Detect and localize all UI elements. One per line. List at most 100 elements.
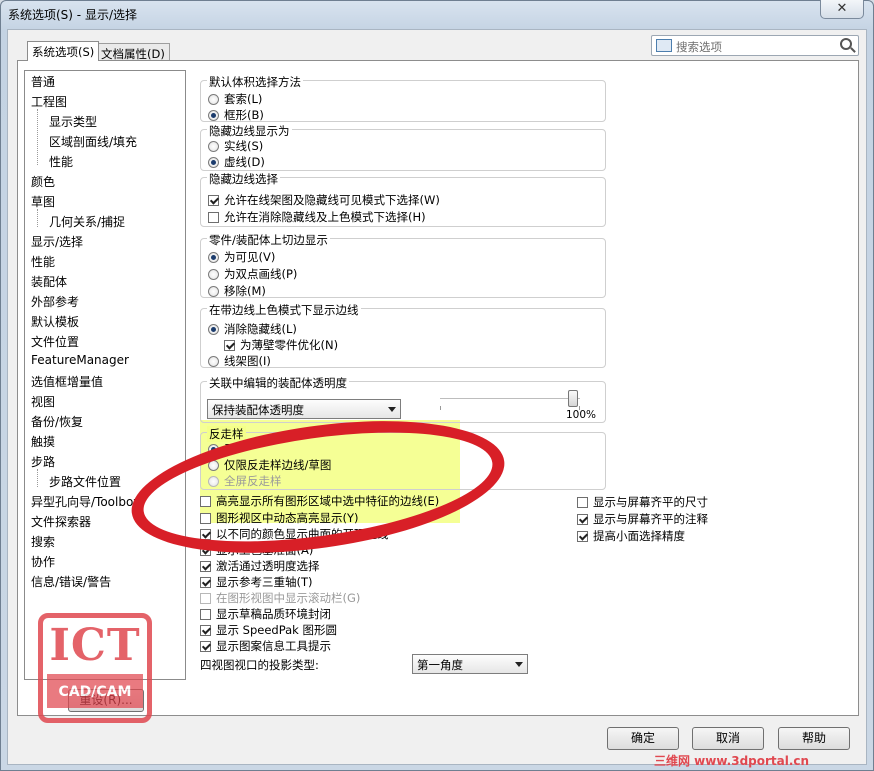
close-button[interactable]: ✕ — [820, 0, 864, 19]
tree-item-external-references[interactable]: 外部参考 — [31, 293, 79, 310]
checkbox-icon — [224, 339, 235, 351]
checkbox-icon — [208, 211, 219, 223]
search-placeholder: 搜索选项 — [676, 40, 722, 54]
radio-icon — [208, 323, 219, 335]
tree-item-hole-wizard[interactable]: 异型孔向导/Toolbox — [31, 493, 140, 510]
transparency-slider-track[interactable] — [440, 398, 580, 400]
tree-item-messages[interactable]: 信息/错误/警告 — [31, 573, 111, 590]
radio-phantom[interactable]: 为双点画线(P) — [208, 266, 297, 282]
radio-lasso[interactable]: 套索(L) — [208, 91, 262, 107]
tree-item-drawings[interactable]: 工程图 — [31, 93, 67, 110]
radio-icon — [208, 156, 219, 168]
radio-dashed[interactable]: 虚线(D) — [208, 154, 265, 170]
tree-item-assemblies[interactable]: 装配体 — [31, 273, 67, 290]
check-allow-shaded[interactable]: 允许在消除隐藏线及上色模式下选择(H) — [208, 209, 426, 225]
tab-document-properties[interactable]: 文档属性(D) — [96, 43, 170, 61]
tree-item-collaboration[interactable]: 协作 — [31, 553, 55, 570]
tree-item-display-type[interactable]: 显示类型 — [49, 113, 97, 130]
radio-wireframe[interactable]: 线架图(I) — [208, 353, 271, 369]
site-watermark: 三维网 www.3dportal.cn — [654, 754, 810, 768]
transparency-value: 100% — [566, 409, 597, 421]
radio-icon — [208, 268, 219, 280]
group-label: 在带边线上色模式下显示边线 — [207, 302, 361, 318]
tree-item-relations[interactable]: 几何关系/捕捉 — [49, 213, 125, 230]
radio-icon — [208, 285, 219, 297]
tree-item-touch[interactable]: 触摸 — [31, 433, 55, 450]
check-allow-wireframe[interactable]: 允许在线架图及隐藏线可见模式下选择(W) — [208, 192, 440, 208]
check-facet-precision[interactable]: 提高小面选择精度 — [577, 528, 685, 544]
tree-item-spin-box[interactable]: 选值框增量值 — [31, 373, 103, 390]
ict-logo: ICT CAD/CAM — [38, 613, 152, 723]
group-label: 反走样 — [207, 426, 246, 442]
chevron-down-icon — [388, 407, 396, 412]
radio-removed[interactable]: 移除(M) — [208, 283, 266, 299]
checkbox-icon — [577, 530, 588, 542]
check-thin-parts[interactable]: 为薄壁零件优化(N) — [224, 337, 338, 353]
checkbox-icon — [200, 624, 211, 636]
slider-ticks — [440, 406, 580, 410]
checkbox-icon — [577, 496, 588, 508]
window-title: 系统选项(S) - 显示/选择 — [8, 8, 137, 22]
transparency-slider-thumb[interactable] — [568, 390, 578, 407]
check-transparency-select[interactable]: 激活通过透明度选择 — [200, 558, 320, 574]
checkbox-icon — [200, 640, 211, 652]
radio-icon — [208, 355, 219, 367]
logo-text: ICT — [49, 620, 141, 671]
group-label: 关联中编辑的装配体透明度 — [207, 375, 349, 391]
help-button[interactable]: 帮助 — [778, 727, 850, 750]
checkbox-icon — [200, 608, 211, 620]
tree-item-default-templates[interactable]: 默认模板 — [31, 313, 79, 330]
tree-item-performance[interactable]: 性能 — [31, 253, 55, 270]
check-reference-triad[interactable]: 显示参考三重轴(T) — [200, 574, 313, 590]
tab-system-options[interactable]: 系统选项(S) — [27, 41, 100, 61]
tree-item-drawing-performance[interactable]: 性能 — [49, 153, 73, 170]
check-screen-notes[interactable]: 显示与屏幕齐平的注释 — [577, 511, 708, 527]
group-label: 默认体积选择方法 — [207, 74, 303, 90]
tree-item-display-selection[interactable]: 显示/选择 — [31, 233, 83, 250]
tree-item-file-locations[interactable]: 文件位置 — [31, 333, 79, 350]
tree-item-general[interactable]: 普通 — [31, 73, 55, 90]
checkbox-icon — [577, 513, 588, 525]
tree-item-sketch[interactable]: 草图 — [31, 193, 55, 210]
check-scrollbars[interactable]: 在图形视图中显示滚动栏(G) — [200, 590, 360, 606]
radio-icon — [208, 251, 219, 263]
check-draft-ambient[interactable]: 显示草稿品质环境封闭 — [200, 606, 331, 622]
projection-label: 四视图视口的投影类型: — [200, 658, 319, 672]
tree-item-search[interactable]: 搜索 — [31, 533, 55, 550]
cancel-button[interactable]: 取消 — [692, 727, 764, 750]
check-pattern-tooltip[interactable]: 显示图案信息工具提示 — [200, 638, 331, 654]
group-label: 隐藏边线选择 — [207, 171, 280, 187]
tree-item-hatch[interactable]: 区域剖面线/填充 — [49, 133, 137, 150]
logo-subtext: CAD/CAM — [58, 684, 132, 700]
group-label: 零件/装配体上切边显示 — [207, 232, 330, 248]
radio-icon — [208, 140, 219, 152]
search-icon[interactable] — [840, 38, 852, 50]
radio-icon — [208, 109, 219, 121]
tree-item-routing-files[interactable]: 步路文件位置 — [49, 473, 121, 490]
check-screen-dims[interactable]: 显示与屏幕齐平的尺寸 — [577, 494, 708, 510]
projection-combo[interactable]: 第一角度 — [412, 654, 528, 674]
checkbox-icon — [200, 560, 211, 572]
checkbox-icon — [200, 576, 211, 588]
tree-item-colors[interactable]: 颜色 — [31, 173, 55, 190]
ok-button[interactable]: 确定 — [607, 727, 679, 750]
checkbox-icon — [208, 194, 219, 206]
options-list-icon — [656, 39, 672, 52]
chevron-down-icon — [515, 662, 523, 667]
checkbox-icon — [200, 592, 211, 604]
search-box[interactable]: 搜索选项 — [651, 35, 859, 56]
radio-solid[interactable]: 实线(S) — [208, 138, 263, 154]
options-tree[interactable]: 普通 工程图 显示类型 区域剖面线/填充 性能 颜色 草图 几何关系/捕捉 显示… — [24, 70, 186, 680]
radio-box[interactable]: 框形(B) — [208, 107, 264, 123]
tree-item-routing[interactable]: 步路 — [31, 453, 55, 470]
check-speedpak[interactable]: 显示 SpeedPak 图形圆 — [200, 622, 337, 638]
tree-item-file-explorer[interactable]: 文件探索器 — [31, 513, 91, 530]
group-label: 隐藏边线显示为 — [207, 123, 292, 139]
tree-item-backup[interactable]: 备份/恢复 — [31, 413, 83, 430]
tree-item-view[interactable]: 视图 — [31, 393, 55, 410]
radio-visible[interactable]: 为可见(V) — [208, 249, 275, 265]
tree-item-featuremanager[interactable]: FeatureManager — [31, 353, 129, 367]
transparency-combo[interactable]: 保持装配体透明度 — [207, 399, 401, 419]
radio-icon — [208, 93, 219, 105]
radio-hidden-lines-removed[interactable]: 消除隐藏线(L) — [208, 321, 297, 337]
